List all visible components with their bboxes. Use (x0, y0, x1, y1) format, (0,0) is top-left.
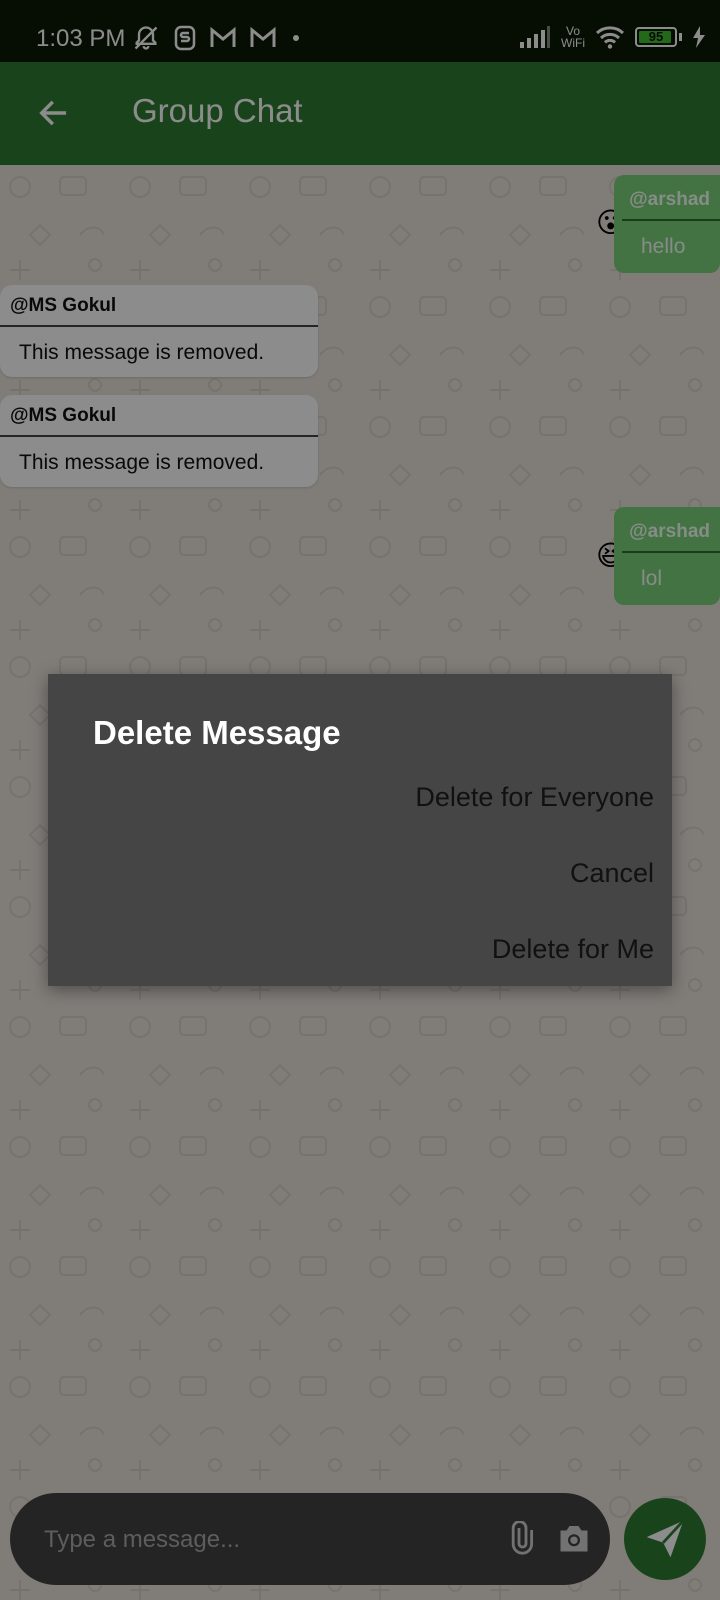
delete-for-me-button[interactable]: Delete for Me (492, 934, 654, 965)
delete-message-dialog: Delete Message Delete for Everyone Cance… (48, 674, 672, 986)
delete-for-everyone-button[interactable]: Delete for Everyone (415, 782, 654, 813)
dialog-title: Delete Message (93, 714, 341, 751)
cancel-button[interactable]: Cancel (570, 858, 654, 889)
